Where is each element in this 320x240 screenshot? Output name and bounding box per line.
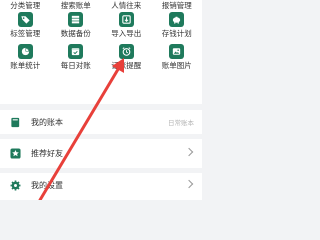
grid-item-label: 标签管理 (10, 29, 41, 38)
grid-item-label: 分类管理 (10, 0, 41, 10)
grid-item-label: 搜索账单 (60, 0, 91, 10)
grid-item-savings[interactable]: 存钱计划 (152, 10, 203, 42)
grid-item-label: 导入导出 (111, 29, 142, 38)
my-settings-label: 我的设置 (31, 180, 63, 190)
grid-item-label: 报销管理 (161, 0, 192, 10)
settings-list: 我的账本 日常账本 推荐好友 我的设置 (0, 110, 202, 200)
feature-grid-card: 分类管理 搜索账单 人情往来 报销管理 标签管理 数据备份 导入导出 存钱计划 … (0, 0, 202, 104)
chevron-right-icon (184, 179, 194, 189)
grid-item-import-export[interactable]: 导入导出 (101, 10, 152, 42)
image-icon (169, 44, 185, 59)
grid-item-label: 账单统计 (10, 61, 41, 70)
grid-item-label: 账单图片 (161, 61, 192, 70)
grid-item-backup[interactable]: 数据备份 (51, 10, 102, 42)
star-icon (9, 147, 21, 159)
grid-item-gifts[interactable]: 人情往来 (101, 0, 152, 10)
tag-icon (17, 12, 33, 27)
grid-item-label: 记账提醒 (111, 61, 142, 70)
alarm-clock-icon (118, 44, 134, 59)
import-export-icon (118, 12, 134, 27)
recommend-friends-label: 推荐好友 (31, 148, 63, 158)
book-icon (9, 116, 21, 128)
piggy-bank-icon (169, 12, 185, 27)
grid-item-reimburse[interactable]: 报销管理 (152, 0, 203, 10)
my-ledger-label: 我的账本 (31, 117, 63, 127)
grid-item-tags[interactable]: 标签管理 (0, 10, 51, 42)
backup-icon (68, 12, 84, 27)
grid-item-label: 每日对账 (60, 61, 91, 70)
daily-check-icon (68, 44, 84, 59)
grid-item-reminder[interactable]: 记账提醒 (101, 42, 152, 74)
grid-item-daily-check[interactable]: 每日对账 (51, 42, 102, 74)
recommend-friends-row[interactable]: 推荐好友 (0, 141, 202, 165)
gear-icon (9, 179, 21, 191)
chevron-right-icon (184, 147, 194, 157)
pie-chart-icon (17, 44, 33, 59)
current-ledger-value: 日常账本 (168, 119, 194, 127)
grid-item-label: 人情往来 (111, 0, 142, 10)
grid-item-category[interactable]: 分类管理 (0, 0, 51, 10)
grid-item-label: 数据备份 (60, 29, 91, 38)
grid-item-search-bill[interactable]: 搜索账单 (51, 0, 102, 10)
grid-item-label: 存钱计划 (161, 29, 192, 38)
grid-item-statistics[interactable]: 账单统计 (0, 42, 51, 74)
divider (0, 134, 202, 139)
my-ledger-row[interactable]: 我的账本 日常账本 (0, 110, 202, 134)
feature-grid: 分类管理 搜索账单 人情往来 报销管理 标签管理 数据备份 导入导出 存钱计划 … (0, 0, 202, 104)
my-settings-row[interactable]: 我的设置 (0, 173, 202, 197)
grid-item-bill-images[interactable]: 账单图片 (152, 42, 203, 74)
